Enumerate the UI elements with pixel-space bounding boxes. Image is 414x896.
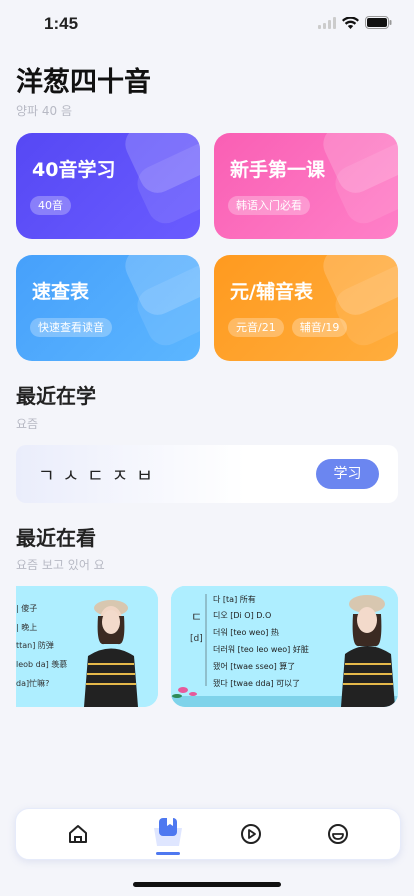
- page-subtitle: 양파 40 음: [16, 104, 73, 118]
- card-vowel-consonant-table[interactable]: 元/辅音表 元音/21 辅音/19: [214, 255, 398, 361]
- video-1-line: | 晚上: [16, 622, 37, 632]
- video-2-illustration: ㄷ [d] 다 [ta] 所有 디오 [Di O] D.O 더워 [teo we…: [171, 586, 398, 707]
- video-2-line: 다 [ta] 所有: [213, 594, 256, 604]
- card-tag: 韩语入门必看: [228, 196, 310, 215]
- video-2-line: 디오 [Di O] D.O: [213, 611, 271, 620]
- video-2-line: 됐어 [twae sseo] 算了: [213, 661, 295, 671]
- tab-bar: [15, 808, 401, 860]
- card-tag: 快速查看读音: [30, 318, 112, 337]
- video-2-side-char: ㄷ: [191, 610, 202, 624]
- home-icon: [69, 825, 87, 843]
- card-tag: 辅音/19: [291, 318, 348, 337]
- recent-watch-subtitle: 요즘 보고 있어 요: [16, 558, 105, 572]
- card-40-sounds[interactable]: 40音学习 40音: [16, 133, 200, 239]
- video-1-line: ttan] 防弹: [16, 640, 54, 650]
- recent-learn-title: 最近在学: [16, 384, 96, 408]
- card-quick-reference[interactable]: 速查表 快速查看读音: [16, 255, 200, 361]
- status-bar: 1:45: [0, 0, 414, 44]
- video-2-line: 됐다 [twae dda] 可以了: [213, 678, 300, 688]
- card-first-lesson[interactable]: 新手第一课 韩语入门必看: [214, 133, 398, 239]
- video-2-side-ipa: [d]: [190, 634, 203, 644]
- home-indicator: [133, 882, 281, 887]
- card-title: 元/辅音表: [230, 281, 313, 303]
- tab-play[interactable]: [236, 819, 266, 849]
- card-tag: 40音: [30, 196, 71, 215]
- video-2-line: 더워 [teo weo] 热: [213, 627, 279, 637]
- play-icon: [241, 824, 261, 844]
- recent-letters: ㄱㅅㄷㅈㅂ: [38, 466, 161, 487]
- status-icons: [318, 14, 392, 33]
- card-title: 速查表: [32, 281, 90, 303]
- video-thumbnail-1[interactable]: | 傻子 | 晚上 ttan] 防弹 leob da] 羡慕 da]忙嘛?: [16, 586, 158, 707]
- card-tag: 元音/21: [228, 318, 284, 337]
- tab-profile[interactable]: [323, 819, 353, 849]
- signal-icon: [318, 14, 336, 33]
- battery-icon: [365, 14, 392, 33]
- video-1-line: | 傻子: [16, 603, 37, 613]
- video-1-line: leob da] 羡慕: [16, 659, 67, 669]
- recent-learn-row[interactable]: ㄱㅅㄷㅈㅂ 学习: [16, 445, 398, 503]
- tab-book[interactable]: [150, 818, 186, 855]
- card-title: 40音学习: [32, 159, 116, 181]
- video-1-line: da]忙嘛?: [16, 678, 49, 688]
- smile-icon: [328, 824, 348, 844]
- video-2-line: 더러워 [teo leo weo] 好脏: [213, 644, 309, 654]
- card-title: 新手第一课: [230, 159, 326, 181]
- video-1-illustration: | 傻子 | 晚上 ttan] 防弹 leob da] 羡慕 da]忙嘛?: [16, 586, 158, 707]
- learn-button[interactable]: 学习: [316, 459, 379, 489]
- recent-watch-title: 最近在看: [16, 526, 96, 550]
- video-thumbnail-2[interactable]: ㄷ [d] 다 [ta] 所有 디오 [Di O] D.O 더워 [teo we…: [171, 586, 398, 707]
- book-icon: [154, 818, 182, 855]
- status-time: 1:45: [44, 14, 79, 33]
- tab-home[interactable]: [63, 819, 93, 849]
- wifi-icon: [342, 14, 359, 33]
- recent-learn-subtitle: 요즘: [16, 417, 39, 431]
- page-title: 洋葱四十音: [16, 67, 151, 98]
